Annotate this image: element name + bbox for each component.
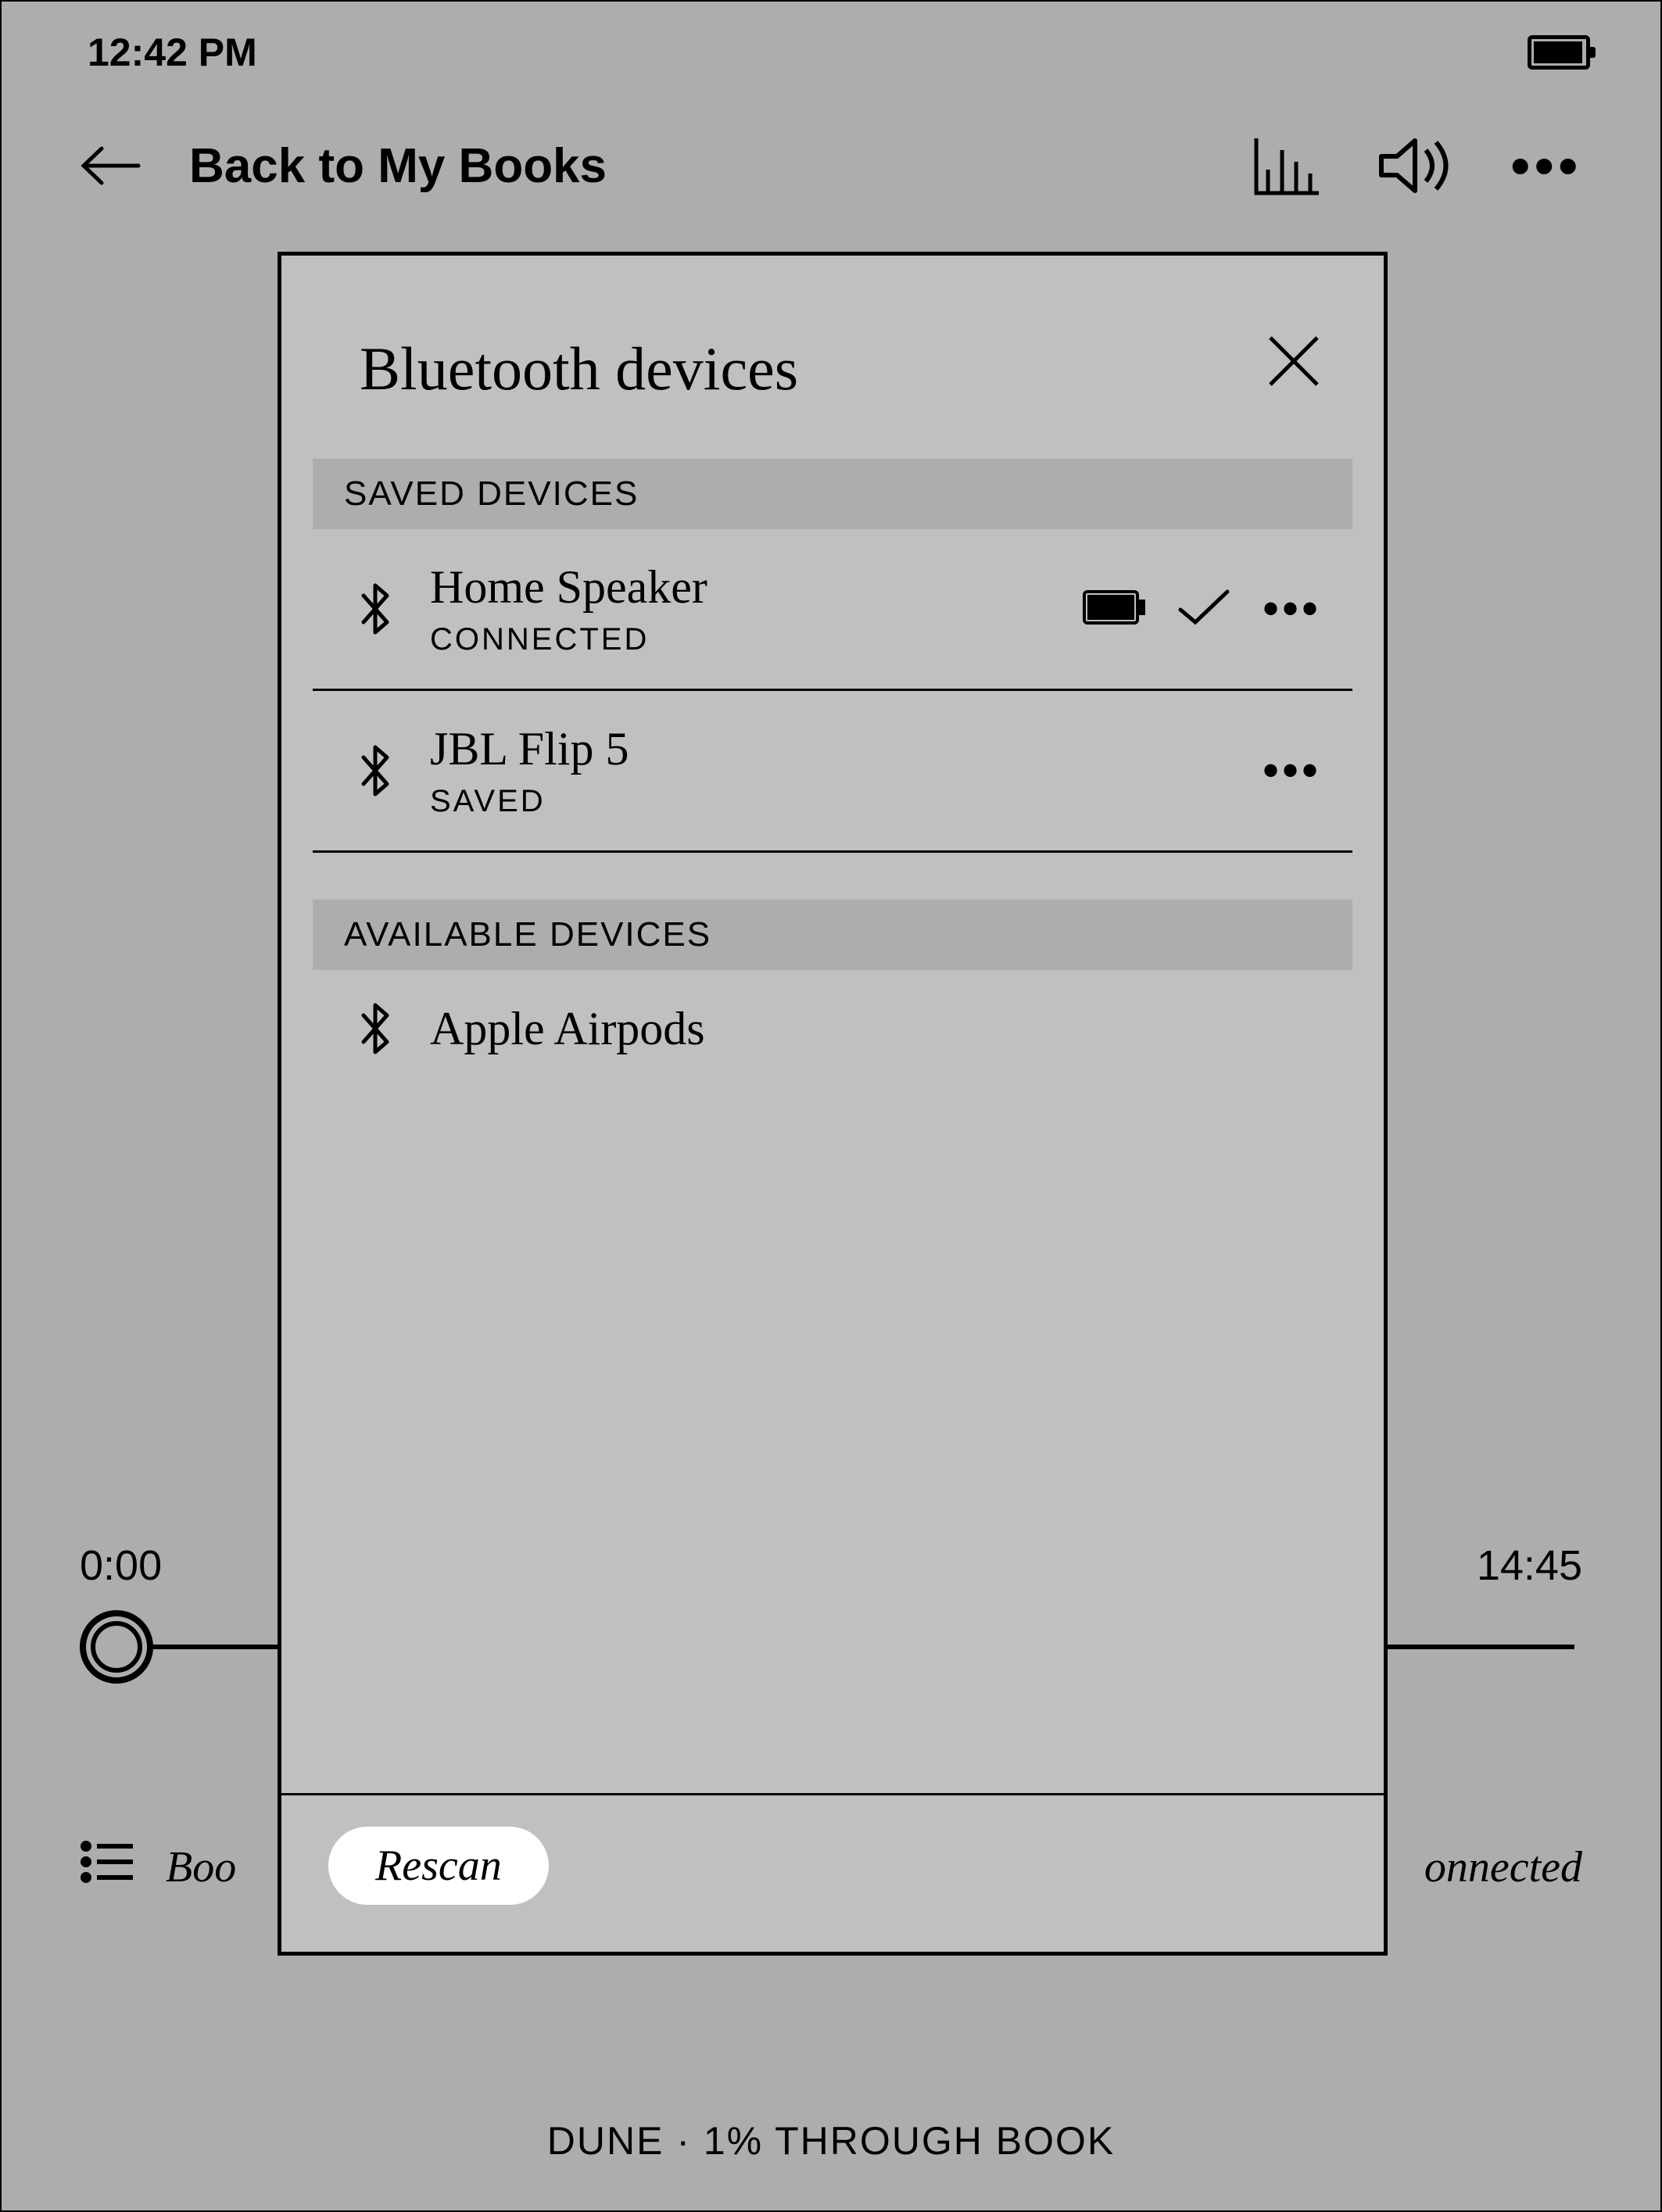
- saved-device-row[interactable]: JBL Flip 5 SAVED •••: [313, 691, 1352, 853]
- speaker-icon[interactable]: [1377, 134, 1456, 197]
- modal-footer: Rescan: [281, 1793, 1384, 1952]
- saved-devices-header: SAVED DEVICES: [313, 459, 1352, 529]
- bluetooth-icon: [360, 582, 391, 636]
- device-status: CONNECTED: [430, 622, 1044, 657]
- device-name: Home Speaker: [430, 560, 1044, 614]
- saved-device-row[interactable]: Home Speaker CONNECTED •••: [313, 529, 1352, 691]
- progress-thumb[interactable]: [80, 1610, 153, 1684]
- status-bar: 12:42 PM: [2, 2, 1660, 103]
- nav-bar: Back to My Books •••: [2, 119, 1660, 213]
- bluetooth-icon: [360, 743, 391, 798]
- close-icon[interactable]: [1266, 334, 1321, 388]
- nav-title[interactable]: Back to My Books: [189, 138, 1252, 194]
- status-time: 12:42 PM: [88, 30, 257, 75]
- device-battery-icon: [1083, 590, 1145, 628]
- back-arrow-icon[interactable]: [80, 142, 142, 189]
- device-name: JBL Flip 5: [430, 722, 1223, 776]
- bottom-right-text: onnected: [1424, 1842, 1582, 1892]
- list-icon[interactable]: [80, 1838, 134, 1896]
- elapsed-time: 0:00: [80, 1541, 162, 1590]
- bluetooth-modal: Bluetooth devices SAVED DEVICES Home Spe…: [278, 252, 1388, 1956]
- modal-title: Bluetooth devices: [360, 334, 798, 404]
- bluetooth-icon: [360, 1001, 391, 1056]
- available-device-row[interactable]: Apple Airpods: [313, 970, 1352, 1087]
- battery-icon: [1528, 35, 1590, 70]
- stats-icon[interactable]: [1252, 134, 1323, 197]
- device-name: Apple Airpods: [430, 1002, 1321, 1056]
- check-icon: [1177, 588, 1231, 631]
- rescan-button[interactable]: Rescan: [328, 1827, 549, 1905]
- available-devices-header: AVAILABLE DEVICES: [313, 900, 1352, 970]
- bottom-left-text: Boo: [166, 1842, 236, 1892]
- footer-progress: DUNE · 1% THROUGH BOOK: [2, 2118, 1660, 2164]
- device-status: SAVED: [430, 784, 1223, 819]
- remaining-time: 14:45: [1477, 1541, 1582, 1590]
